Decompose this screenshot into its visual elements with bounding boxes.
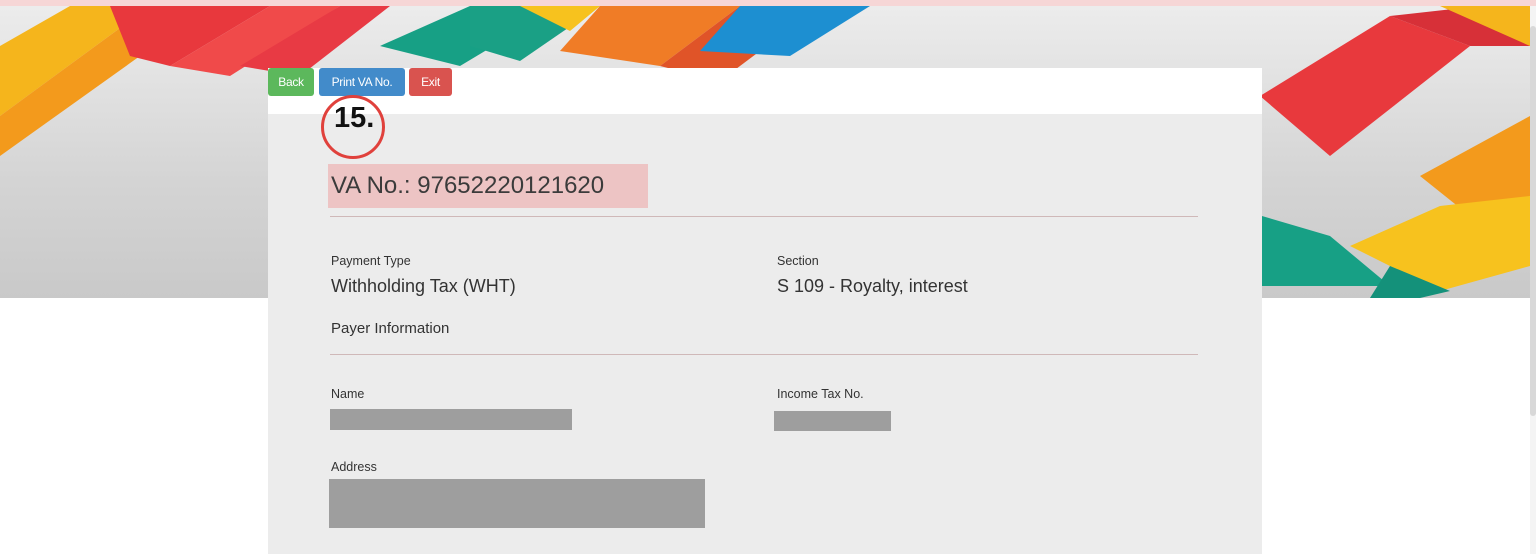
panel-toolbar: Back Print VA No. Exit (268, 68, 1262, 114)
name-label: Name (331, 387, 365, 401)
divider (330, 216, 1198, 217)
name-value-redacted (330, 409, 572, 430)
income-tax-label: Income Tax No. (777, 387, 864, 401)
section-value: S 109 - Royalty, interest (777, 276, 968, 296)
payment-type-label: Payment Type (331, 254, 411, 268)
page-scrollbar[interactable] (1530, 6, 1536, 554)
exit-button[interactable]: Exit (409, 68, 452, 96)
payer-information-heading: Payer Information (331, 320, 450, 337)
va-number: VA No.: 97652220121620 (331, 172, 605, 199)
divider (330, 354, 1198, 355)
address-label: Address (331, 460, 377, 474)
address-value-redacted (329, 479, 705, 528)
print-va-button[interactable]: Print VA No. (319, 68, 405, 96)
back-button[interactable]: Back (268, 68, 314, 96)
scrollbar-thumb[interactable] (1530, 26, 1536, 416)
step-annotation-label: 15. (334, 102, 375, 134)
payment-type-value: Withholding Tax (WHT) (331, 276, 516, 296)
section-label: Section (777, 254, 819, 268)
income-tax-value-redacted (774, 411, 891, 431)
va-details-panel: Back Print VA No. Exit 15. VA No.: 97652… (268, 68, 1262, 554)
